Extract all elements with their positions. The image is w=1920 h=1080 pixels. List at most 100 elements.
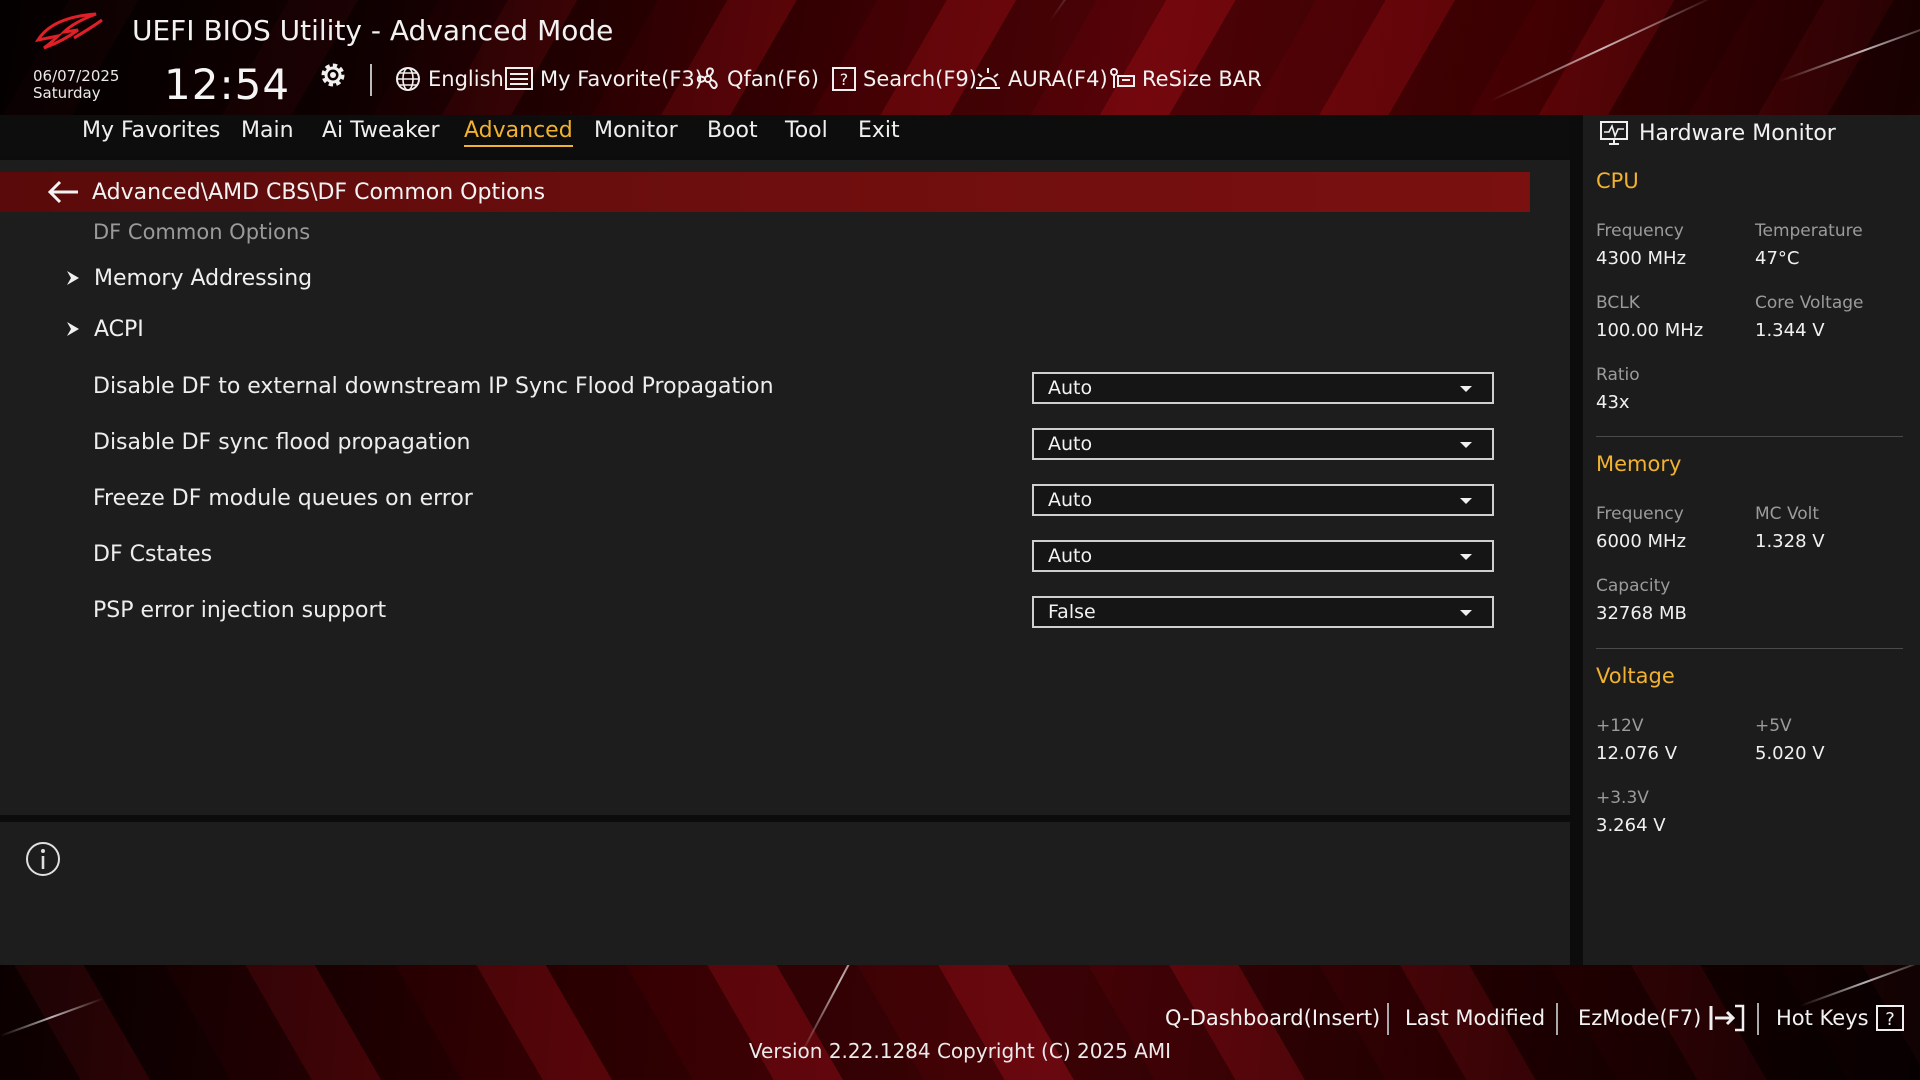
caret-down-icon bbox=[1460, 554, 1472, 560]
core-voltage-value: 1.344 V bbox=[1755, 320, 1825, 341]
df-cstates-select[interactable]: Auto bbox=[1032, 540, 1494, 572]
v33-value: 3.264 V bbox=[1596, 815, 1666, 836]
exit-to-ezmode-icon bbox=[1709, 1004, 1745, 1032]
v33-label: +3.3V bbox=[1596, 788, 1649, 808]
psp-error-injection-select[interactable]: False bbox=[1032, 596, 1494, 628]
q-dashboard-button[interactable]: Q-Dashboard(Insert) bbox=[1165, 1001, 1380, 1035]
select-value: Auto bbox=[1048, 489, 1093, 511]
tab-main[interactable]: Main bbox=[241, 118, 294, 145]
last-modified-button[interactable]: Last Modified bbox=[1405, 1001, 1545, 1035]
select-value: Auto bbox=[1048, 377, 1093, 399]
breadcrumb-path: Advanced\AMD CBS\DF Common Options bbox=[92, 179, 546, 205]
ezmode-label: EzMode(F7) bbox=[1578, 1006, 1702, 1030]
setting-label: Disable DF sync flood propagation bbox=[93, 430, 471, 455]
qfan-label: Qfan(F6) bbox=[727, 67, 819, 91]
setting-label: DF Cstates bbox=[93, 542, 213, 567]
resize-bar-button[interactable]: ReSize BAR bbox=[1108, 62, 1262, 96]
breadcrumb: Advanced\AMD CBS\DF Common Options bbox=[0, 172, 1530, 212]
hardware-monitor-panel: Hardware Monitor CPU Frequency 4300 MHz … bbox=[1583, 115, 1920, 965]
submenu-memory-addressing[interactable]: Memory Addressing bbox=[64, 260, 312, 296]
clock[interactable]: 12:54 bbox=[164, 60, 290, 109]
tab-monitor[interactable]: Monitor bbox=[594, 118, 678, 145]
hw-divider bbox=[1596, 648, 1903, 649]
search-label: Search(F9) bbox=[863, 67, 977, 91]
memory-frequency-label: Frequency bbox=[1596, 504, 1684, 524]
setting-row-freeze-df-queues[interactable]: Freeze DF module queues on error Auto bbox=[0, 480, 1530, 524]
tab-advanced[interactable]: Advanced bbox=[464, 118, 573, 147]
voltage-section-title: Voltage bbox=[1596, 664, 1675, 688]
decorative-streak bbox=[1779, 18, 1920, 82]
submenu-acpi[interactable]: ACPI bbox=[64, 311, 144, 347]
rog-logo-icon bbox=[34, 12, 103, 50]
back-arrow-icon[interactable] bbox=[46, 179, 80, 205]
section-title: DF Common Options bbox=[93, 220, 311, 244]
bclk-label: BCLK bbox=[1596, 293, 1640, 313]
tab-ai-tweaker[interactable]: Ai Tweaker bbox=[322, 118, 440, 145]
help-question-icon: ? bbox=[1875, 1005, 1904, 1031]
setting-label: Disable DF to external downstream IP Syn… bbox=[93, 374, 774, 399]
memory-section-title: Memory bbox=[1596, 452, 1682, 476]
setting-row-df-external-sync-flood[interactable]: Disable DF to external downstream IP Syn… bbox=[0, 368, 1530, 412]
favorite-list-icon bbox=[505, 67, 533, 90]
setting-label: Freeze DF module queues on error bbox=[93, 486, 473, 511]
aura-button[interactable]: AURA(F4) bbox=[974, 62, 1108, 96]
resize-bar-label: ReSize BAR bbox=[1142, 67, 1262, 91]
v12-label: +12V bbox=[1596, 716, 1644, 736]
setting-label: PSP error injection support bbox=[93, 598, 387, 623]
decorative-streak bbox=[1489, 0, 1717, 102]
settings-panel: Advanced\AMD CBS\DF Common Options DF Co… bbox=[0, 160, 1570, 815]
main-nav: My Favorites Main Ai Tweaker Advanced Mo… bbox=[0, 115, 1570, 157]
help-panel bbox=[0, 822, 1570, 965]
freeze-df-queues-select[interactable]: Auto bbox=[1032, 484, 1494, 516]
date-text: 06/07/2025 bbox=[33, 67, 120, 85]
v5-value: 5.020 V bbox=[1755, 743, 1825, 764]
hot-keys-button[interactable]: Hot Keys ? bbox=[1776, 1001, 1905, 1035]
version-copyright: Version 2.22.1284 Copyright (C) 2025 AMI bbox=[748, 1039, 1172, 1063]
v5-label: +5V bbox=[1755, 716, 1792, 736]
caret-down-icon bbox=[1460, 498, 1472, 504]
cpu-temperature-label: Temperature bbox=[1755, 221, 1863, 241]
ratio-label: Ratio bbox=[1596, 365, 1640, 385]
df-external-sync-flood-select[interactable]: Auto bbox=[1032, 372, 1494, 404]
hardware-monitor-label: Hardware Monitor bbox=[1639, 120, 1836, 146]
info-icon bbox=[26, 842, 60, 876]
gear-icon[interactable] bbox=[318, 60, 348, 90]
select-value: False bbox=[1048, 601, 1096, 623]
tab-tool[interactable]: Tool bbox=[785, 118, 828, 145]
my-favorite-button[interactable]: My Favorite(F3) bbox=[504, 62, 703, 96]
df-sync-flood-select[interactable]: Auto bbox=[1032, 428, 1494, 460]
cpu-section-title: CPU bbox=[1596, 169, 1639, 193]
aura-icon bbox=[976, 68, 1000, 89]
tab-boot[interactable]: Boot bbox=[707, 118, 758, 145]
footer-divider bbox=[1757, 1003, 1759, 1035]
setting-row-df-sync-flood[interactable]: Disable DF sync flood propagation Auto bbox=[0, 424, 1530, 468]
core-voltage-label: Core Voltage bbox=[1755, 293, 1864, 313]
ezmode-button[interactable]: EzMode(F7) bbox=[1578, 1001, 1747, 1035]
language-label: English bbox=[428, 67, 504, 91]
submenu-label: Memory Addressing bbox=[94, 265, 313, 291]
v12-value: 12.076 V bbox=[1596, 743, 1678, 764]
capacity-label: Capacity bbox=[1596, 576, 1671, 596]
tab-my-favorites[interactable]: My Favorites bbox=[82, 118, 220, 145]
select-value: Auto bbox=[1048, 545, 1093, 567]
tab-exit[interactable]: Exit bbox=[858, 118, 900, 145]
cpu-frequency-value: 4300 MHz bbox=[1596, 248, 1687, 269]
hot-keys-label: Hot Keys bbox=[1776, 1006, 1869, 1030]
svg-text:?: ? bbox=[840, 70, 849, 89]
globe-icon bbox=[396, 67, 420, 91]
submenu-label: ACPI bbox=[94, 316, 144, 342]
chevron-right-icon bbox=[67, 271, 79, 285]
memory-frequency-value: 6000 MHz bbox=[1596, 531, 1687, 552]
qfan-button[interactable]: Qfan(F6) bbox=[695, 62, 819, 96]
caret-down-icon bbox=[1460, 610, 1472, 616]
setting-row-psp-error-injection[interactable]: PSP error injection support False bbox=[0, 592, 1530, 636]
resize-bar-icon bbox=[1110, 68, 1135, 88]
aura-label: AURA(F4) bbox=[1008, 67, 1108, 91]
svg-text:?: ? bbox=[1885, 1009, 1895, 1030]
cpu-temperature-value: 47°C bbox=[1755, 248, 1800, 269]
select-value: Auto bbox=[1048, 433, 1093, 455]
toolbar-divider bbox=[370, 64, 372, 96]
language-button[interactable]: English bbox=[394, 62, 504, 96]
search-button[interactable]: ? Search(F9) bbox=[831, 62, 977, 96]
setting-row-df-cstates[interactable]: DF Cstates Auto bbox=[0, 536, 1530, 580]
